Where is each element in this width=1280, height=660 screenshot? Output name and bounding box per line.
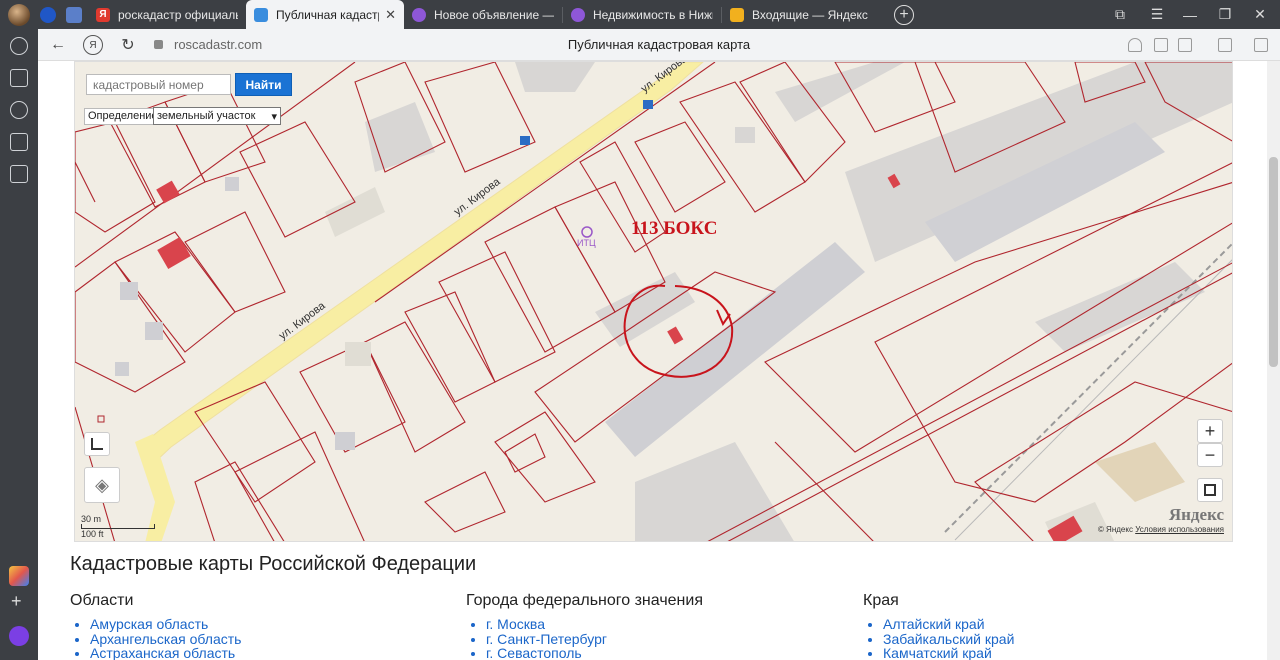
definition-select[interactable]: земельный участок ▾ xyxy=(153,107,281,125)
collections-icon[interactable] xyxy=(10,69,28,87)
zoom-out-button[interactable]: − xyxy=(1197,443,1223,467)
avito-icon xyxy=(571,7,585,22)
video-icon[interactable] xyxy=(10,101,28,119)
box-annotation: 113 БОКС xyxy=(631,218,718,239)
map-copyright: © Яндекс Условия использования xyxy=(1097,525,1224,534)
close-tab-icon[interactable]: ✕ xyxy=(385,7,396,23)
minimize-button[interactable]: — xyxy=(1173,0,1207,29)
headphones-icon[interactable] xyxy=(1128,38,1142,52)
column-heading: Области xyxy=(70,592,134,609)
page-scrollbar[interactable] xyxy=(1267,61,1280,660)
restore-button[interactable]: ❐ xyxy=(1208,0,1242,29)
tab-cadastral-map[interactable]: Публичная кадастровая карта ✕ xyxy=(246,0,404,29)
list-item[interactable]: Забайкальский край xyxy=(883,631,1014,647)
cities-list: г. Москва г. Санкт-Петербург г. Севастоп… xyxy=(466,617,607,660)
territories-list: Алтайский край Забайкальский край Камчат… xyxy=(863,617,1014,660)
pinned-tab-icon[interactable] xyxy=(66,6,82,23)
bookmark-icon[interactable] xyxy=(1178,38,1192,52)
calendar-icon[interactable] xyxy=(10,133,28,151)
cadastral-search-input[interactable] xyxy=(86,74,231,95)
apps-icon[interactable] xyxy=(9,566,29,586)
column-heading: Края xyxy=(863,592,899,609)
yandex-logo: Яндекс xyxy=(1168,505,1224,524)
layers-button[interactable]: ◈ xyxy=(84,467,120,503)
pinned-tab-icon[interactable] xyxy=(40,6,56,23)
add-icon[interactable]: + xyxy=(11,591,22,612)
cadastral-map[interactable]: ул. Кирова ул. Кирова ул. Кирова ИТЦ 113… xyxy=(74,61,1233,542)
alice-assistant-icon[interactable] xyxy=(9,626,29,646)
tab-new-listing[interactable]: Новое объявление — Об xyxy=(404,0,562,29)
download-icon[interactable] xyxy=(1254,38,1268,52)
collections-toolbar-icon[interactable] xyxy=(1218,38,1232,52)
list-item[interactable]: Астраханская область xyxy=(90,646,241,660)
fullscreen-icon xyxy=(1204,484,1216,496)
zoom-in-button[interactable]: + xyxy=(1197,419,1223,443)
scrollbar-thumb[interactable] xyxy=(1269,157,1278,367)
section-title: Кадастровые карты Российской Федерации xyxy=(70,553,477,575)
avito-icon xyxy=(412,7,426,22)
browser-tab-strip: Я роскадастр официальный Публичная кадас… xyxy=(0,0,1280,29)
close-window-button[interactable]: ✕ xyxy=(1243,0,1277,29)
map-scale: 30 m 100 ft xyxy=(81,514,155,539)
menu-icon[interactable]: ☰ xyxy=(1140,0,1174,29)
address-bar: ← Я ↻ roscadastr.com Публичная кадастров… xyxy=(38,29,1280,61)
list-item[interactable]: Амурская область xyxy=(90,617,241,632)
list-item[interactable]: г. Москва xyxy=(486,617,607,632)
yandex-icon: Я xyxy=(96,7,110,22)
chevron-down-icon: ▾ xyxy=(271,110,277,123)
list-item[interactable]: Алтайский край xyxy=(883,617,1014,632)
list-item[interactable]: Камчатский край xyxy=(883,646,1014,660)
profile-avatar[interactable] xyxy=(8,3,30,26)
search-button[interactable]: Найти xyxy=(235,73,292,96)
tab-real-estate[interactable]: Недвижимость в Нижнем xyxy=(563,0,721,29)
regions-list: Амурская область Архангельская область А… xyxy=(70,617,241,660)
ruler-icon xyxy=(91,438,103,450)
reader-icon[interactable] xyxy=(1154,38,1168,52)
browser-sidebar: + xyxy=(0,29,38,660)
ruler-tool-button[interactable] xyxy=(84,432,110,456)
tab-roskadastr[interactable]: Я роскадастр официальный xyxy=(88,0,246,29)
layers-icon: ◈ xyxy=(95,474,109,495)
list-item[interactable]: Архангельская область xyxy=(90,631,241,647)
tabs-overview-icon[interactable]: ⧉ xyxy=(1103,0,1137,29)
screenshot-icon[interactable] xyxy=(10,165,28,183)
list-item[interactable]: г. Санкт-Петербург xyxy=(486,631,607,647)
new-tab-button[interactable]: + xyxy=(894,4,914,25)
column-heading: Города федерального значения xyxy=(466,592,703,609)
map-canvas xyxy=(75,62,1232,541)
page-title: Публичная кадастровая карта xyxy=(567,37,751,52)
fullscreen-button[interactable] xyxy=(1197,478,1223,502)
poi-label: ИТЦ xyxy=(577,238,596,248)
history-icon[interactable] xyxy=(10,37,28,55)
map-favicon xyxy=(254,7,268,22)
tab-mail[interactable]: Входящие — Яндекс Почта xyxy=(722,0,880,29)
terms-link[interactable]: Условия использования xyxy=(1135,525,1224,534)
list-item[interactable]: г. Севастополь xyxy=(486,646,607,660)
mail-icon xyxy=(730,7,744,22)
